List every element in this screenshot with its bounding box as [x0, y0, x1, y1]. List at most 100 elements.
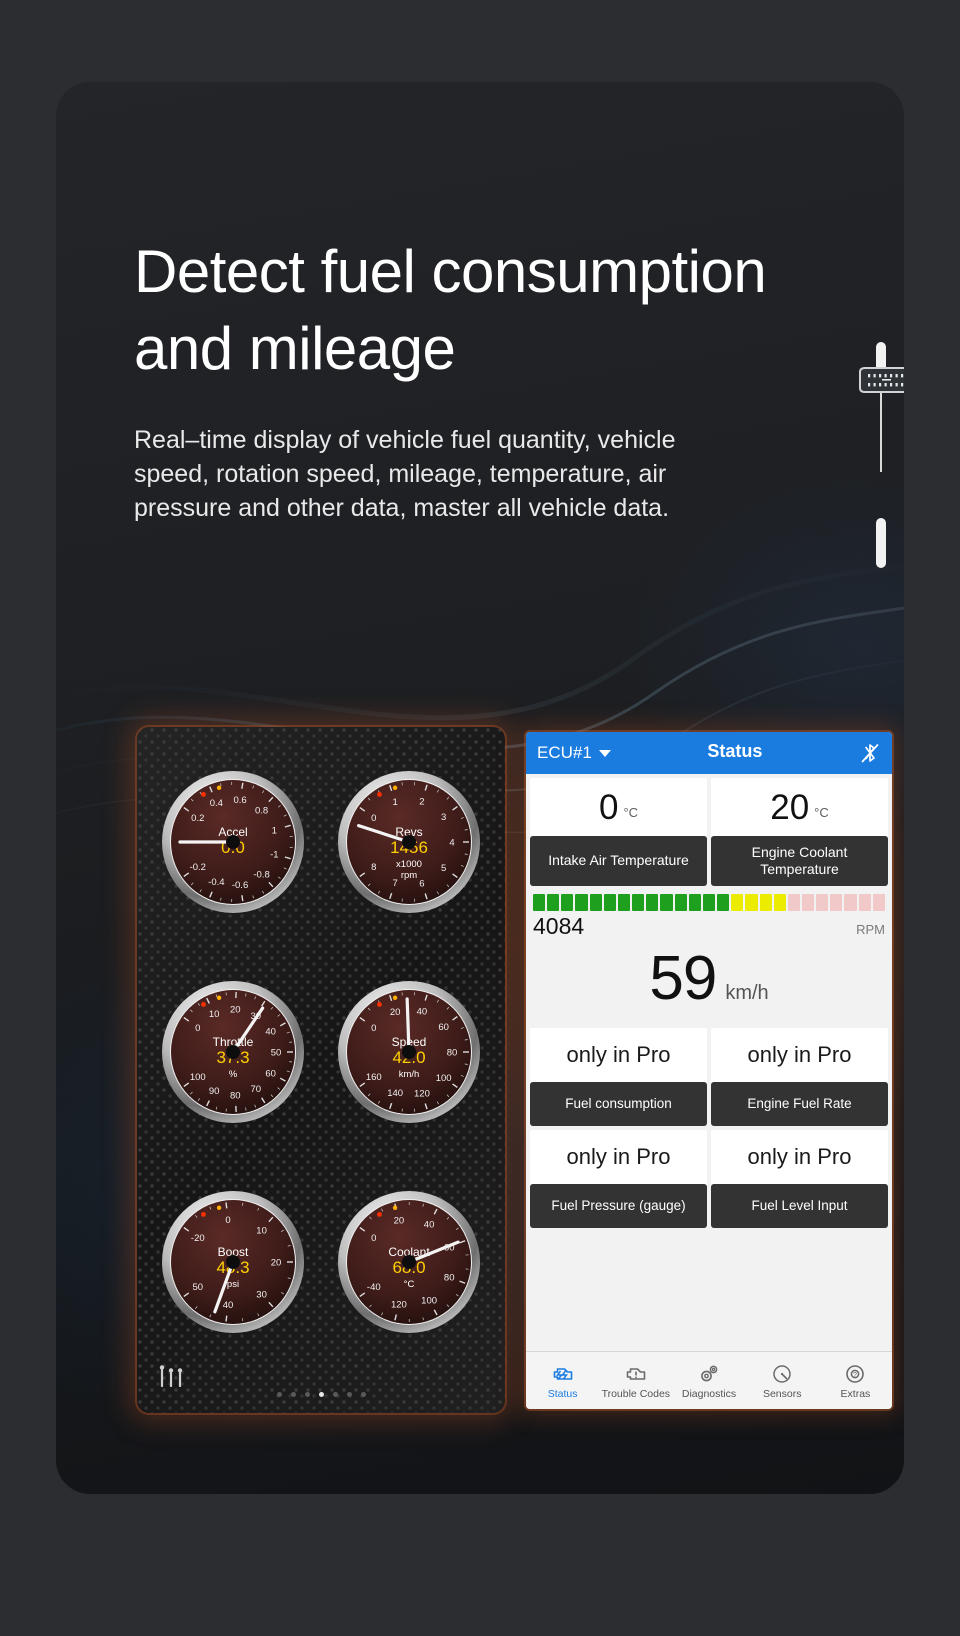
page-dot[interactable]	[276, 1392, 282, 1397]
tile-fuel-consumption[interactable]: only in Pro Fuel consumption	[530, 1028, 707, 1126]
chevron-down-icon	[598, 749, 611, 757]
rpm-segment	[816, 894, 829, 911]
rpm-readout-row: 4084 RPM	[533, 911, 885, 940]
rpm-segment	[632, 894, 645, 911]
svg-text:100: 100	[190, 1072, 206, 1083]
obd-app-screen: ECU#1 Status 0 °C Intake Air Temperature…	[526, 732, 892, 1409]
svg-text:x1000: x1000	[396, 859, 422, 870]
rpm-segment	[773, 894, 786, 911]
bluetooth-disconnected-icon	[861, 744, 879, 763]
tab-label: Trouble Codes	[601, 1387, 671, 1400]
rpm-segment	[575, 894, 588, 911]
svg-text:0.2: 0.2	[191, 813, 204, 824]
sliders-icon[interactable]	[157, 1365, 187, 1389]
svg-text:5: 5	[441, 863, 446, 874]
svg-text:60: 60	[438, 1022, 449, 1033]
engine-warning-icon	[623, 1362, 649, 1386]
rpm-segment	[547, 894, 560, 911]
intake-air-temp-unit: °C	[623, 804, 639, 820]
bottom-tab-bar: Status Trouble Codes Diagnostics Sensors? Ex…	[526, 1351, 892, 1409]
svg-text:7: 7	[393, 878, 398, 889]
gauge-cluster-panel[interactable]: 0.20.40.60.81-1-0.8-0.6-0.4-0.2Accel0.0 …	[137, 727, 505, 1413]
svg-text:1: 1	[393, 797, 398, 808]
page-dot[interactable]	[290, 1392, 296, 1397]
svg-text:30: 30	[256, 1290, 267, 1301]
tab-status[interactable]: Status	[526, 1352, 599, 1409]
svg-text:40: 40	[223, 1300, 234, 1311]
rpm-segment	[731, 894, 744, 911]
speed-unit: km/h	[725, 982, 769, 1004]
gauge-throttle[interactable]: 0102030405060708090100Throttle37.3%	[159, 978, 307, 1126]
page-indicator-dots[interactable]	[137, 1392, 505, 1397]
tile-intake-air-temperature[interactable]: 0 °C Intake Air Temperature	[530, 778, 707, 886]
svg-text:20: 20	[230, 1005, 241, 1016]
gauge-face: 0102030405060708090100Throttle37.3%	[162, 981, 304, 1123]
svg-text:90: 90	[209, 1086, 220, 1097]
gauge-coolant[interactable]: 020406080100120-40Coolant68.0°C	[335, 1188, 483, 1336]
rpm-segment	[872, 894, 885, 911]
page-dot[interactable]	[304, 1392, 310, 1397]
svg-text:70: 70	[250, 1084, 261, 1095]
bluetooth-disconnected-button[interactable]	[859, 741, 881, 765]
page-dot[interactable]	[332, 1392, 338, 1397]
engine-coolant-temp-label: Engine Coolant Temperature	[711, 836, 888, 886]
gauge-accel[interactable]: 0.20.40.60.81-1-0.8-0.6-0.4-0.2Accel0.0	[159, 768, 307, 916]
rpm-segment	[759, 894, 772, 911]
tile-value-wrap: 0 °C	[530, 778, 707, 836]
tile-engine-coolant-temperature[interactable]: 20 °C Engine Coolant Temperature	[711, 778, 888, 886]
svg-text:0.8: 0.8	[255, 805, 268, 816]
engine-fuel-rate-label: Engine Fuel Rate	[711, 1082, 888, 1126]
svg-text:0.4: 0.4	[210, 798, 223, 809]
gauge-face: 020406080100120140160Speed42.0km/h	[338, 981, 480, 1123]
page-dot[interactable]	[360, 1392, 366, 1397]
svg-text:psi: psi	[227, 1279, 239, 1290]
svg-text:80: 80	[447, 1048, 458, 1059]
speed-readout: 59 km/h	[526, 940, 892, 1024]
tab-sensors[interactable]: Sensors	[746, 1352, 819, 1409]
tile-fuel-pressure[interactable]: only in Pro Fuel Pressure (gauge)	[530, 1130, 707, 1228]
svg-text:20: 20	[394, 1216, 405, 1227]
fuel-pressure-label: Fuel Pressure (gauge)	[530, 1184, 707, 1228]
screen-title: Status	[707, 741, 763, 761]
fuel-level-input-value: only in Pro	[711, 1130, 888, 1184]
svg-text:100: 100	[421, 1296, 437, 1307]
page-dot[interactable]	[346, 1392, 352, 1397]
svg-text:0: 0	[371, 1023, 376, 1034]
fuel-consumption-value: only in Pro	[530, 1028, 707, 1082]
tile-fuel-level-input[interactable]: only in Pro Fuel Level Input	[711, 1130, 888, 1228]
fuel-pressure-value: only in Pro	[530, 1130, 707, 1184]
rpm-segment	[646, 894, 659, 911]
promo-page: Detect fuel consumption and mileage Real…	[0, 0, 960, 1636]
gauge-face: 0.20.40.60.81-1-0.8-0.6-0.4-0.2Accel0.0	[162, 771, 304, 913]
svg-text:-0.6: -0.6	[232, 880, 248, 891]
svg-text:10: 10	[256, 1225, 267, 1236]
tab-diagnostics[interactable]: Diagnostics	[672, 1352, 745, 1409]
svg-text:-0.8: -0.8	[253, 870, 269, 881]
status-screen-body: 0 °C Intake Air Temperature 20 °C Engine…	[526, 774, 892, 1351]
rpm-segment	[533, 894, 546, 911]
lifebuoy-help-icon: ?	[842, 1362, 868, 1386]
svg-text:1: 1	[272, 826, 277, 837]
svg-text:2: 2	[419, 796, 424, 807]
intake-air-temp-label: Intake Air Temperature	[530, 836, 707, 886]
gauge-boost[interactable]: -2001020304050Boost48.3psi	[159, 1188, 307, 1336]
intake-air-temp-value: 0	[598, 787, 619, 827]
svg-text:40: 40	[417, 1006, 428, 1017]
rail-cap-bottom	[876, 518, 886, 568]
tile-engine-fuel-rate[interactable]: only in Pro Engine Fuel Rate	[711, 1028, 888, 1126]
engine-coolant-temp-value: 20	[770, 787, 810, 827]
svg-text:10: 10	[209, 1009, 220, 1020]
tab-extras[interactable]: ? Extras	[819, 1352, 892, 1409]
svg-text:40: 40	[424, 1219, 435, 1230]
ecu-selector[interactable]: ECU#1	[537, 743, 611, 763]
rpm-segment	[674, 894, 687, 911]
svg-text:6: 6	[419, 879, 424, 890]
rpm-section: 4084 RPM	[526, 886, 892, 940]
gauge-speed[interactable]: 020406080100120140160Speed42.0km/h	[335, 978, 483, 1126]
tab-trouble-codes[interactable]: Trouble Codes	[599, 1352, 672, 1409]
rpm-segment	[745, 894, 758, 911]
rpm-segment	[717, 894, 730, 911]
gauge-revs[interactable]: 012345678Revs1456x1000rpm	[335, 768, 483, 916]
page-dot[interactable]	[318, 1392, 324, 1397]
rpm-segment	[589, 894, 602, 911]
